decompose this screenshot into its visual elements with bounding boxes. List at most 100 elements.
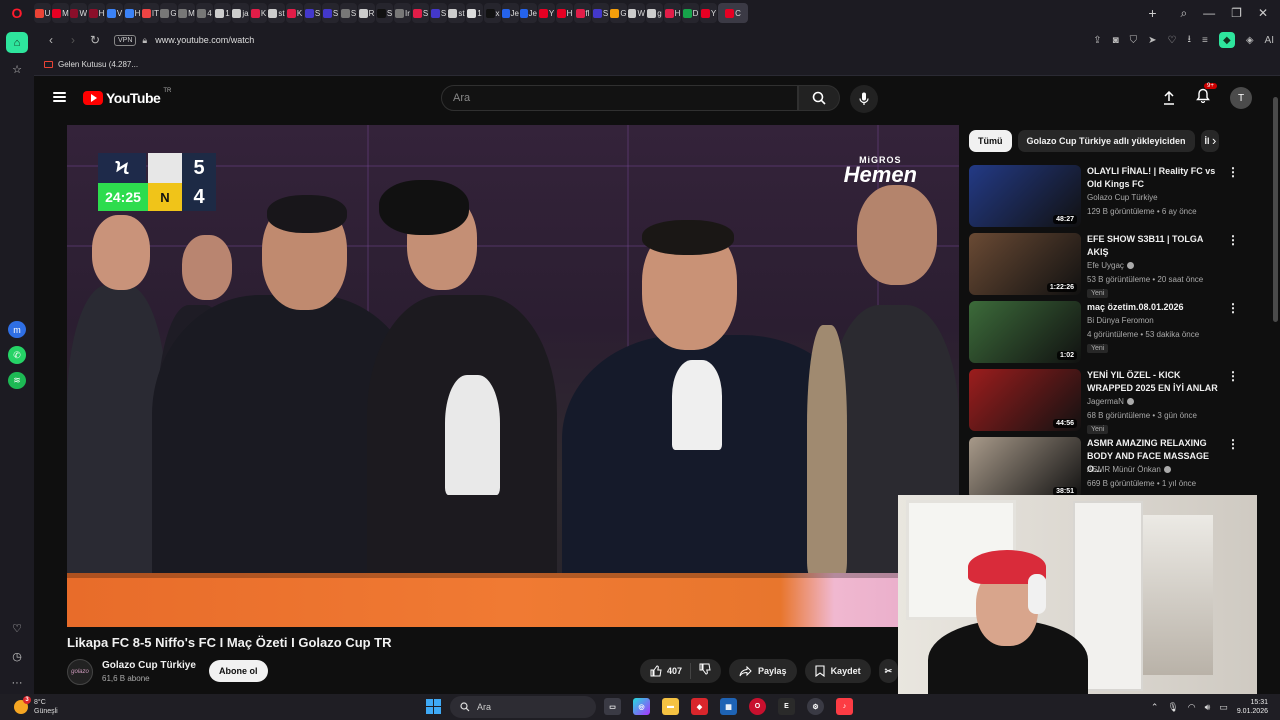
search-input[interactable]: Ara bbox=[441, 85, 798, 111]
back-icon[interactable]: ‹ bbox=[40, 33, 62, 47]
more-options-icon[interactable]: ⋮ bbox=[1227, 301, 1239, 315]
search-button[interactable] bbox=[798, 85, 840, 111]
browser-tab[interactable]: x bbox=[484, 3, 501, 23]
browser-tab[interactable]: H bbox=[556, 3, 573, 23]
weather-widget[interactable]: 3 8°C Güneşli bbox=[14, 694, 58, 720]
video-thumbnail[interactable]: 48:27 bbox=[969, 165, 1081, 227]
recommendation-channel[interactable]: Efe Uygaç bbox=[1087, 261, 1134, 270]
tray-chevron-icon[interactable]: ⌃ bbox=[1151, 702, 1159, 713]
browser-tab[interactable]: K bbox=[250, 3, 267, 23]
browser-tab[interactable]: U bbox=[34, 3, 51, 23]
steam-icon[interactable]: ⚙ bbox=[807, 698, 824, 715]
browser-tab[interactable]: 1 bbox=[466, 3, 483, 23]
reload-icon[interactable]: ↻ bbox=[84, 33, 106, 47]
clock[interactable]: 15:31 9.01.2026 bbox=[1237, 698, 1268, 716]
recommendation-title[interactable]: YENİ YIL ÖZEL - KICK WRAPPED 2025 EN İYİ… bbox=[1087, 369, 1222, 395]
messenger-icon[interactable]: m bbox=[8, 321, 26, 339]
browser-tab[interactable]: M bbox=[52, 3, 69, 23]
browser-tab[interactable]: W bbox=[70, 3, 87, 23]
browser-tab[interactable]: C bbox=[718, 3, 748, 23]
heart-icon[interactable]: ♡ bbox=[6, 618, 28, 639]
recommendation-item[interactable]: 1:02 maç özetim.08.01.2026 Bi Dünya Feromo… bbox=[969, 301, 1249, 369]
windows-start-icon[interactable] bbox=[426, 699, 441, 714]
menu-icon[interactable]: ≡ bbox=[1202, 35, 1208, 46]
microphone-tray-icon[interactable]: 🎙︎ bbox=[1167, 702, 1178, 713]
download-icon[interactable]: ⭳ bbox=[1188, 32, 1192, 49]
browser-tab[interactable]: Ir bbox=[394, 3, 411, 23]
recommendation-item[interactable]: 1:22:26 EFE SHOW S3B11 | TOLGA AKIŞ Efe Uy… bbox=[969, 233, 1249, 301]
dislike-button[interactable] bbox=[691, 662, 721, 680]
video-thumbnail[interactable]: 1:22:26 bbox=[969, 233, 1081, 295]
hamburger-menu-icon[interactable] bbox=[53, 92, 66, 102]
browser-tab[interactable]: st bbox=[268, 3, 285, 23]
browser-tab[interactable]: S bbox=[376, 3, 393, 23]
browser-tab[interactable]: S bbox=[322, 3, 339, 23]
browser-tab[interactable]: S bbox=[412, 3, 429, 23]
spotify-icon[interactable]: ≋ bbox=[8, 371, 26, 390]
browser-tab[interactable]: IT bbox=[142, 3, 159, 23]
task-view-icon[interactable]: ▭ bbox=[604, 698, 621, 715]
epic-games-icon[interactable]: E bbox=[778, 698, 795, 715]
browser-tab[interactable]: H bbox=[88, 3, 105, 23]
red-app-icon[interactable]: ◆ bbox=[691, 698, 708, 715]
browser-tab[interactable]: S bbox=[592, 3, 609, 23]
wallet-icon[interactable]: ◈ bbox=[1246, 35, 1254, 46]
notifications-button[interactable]: 9+ bbox=[1196, 83, 1217, 108]
recommendation-channel[interactable]: Golazo Cup Türkiye bbox=[1087, 193, 1158, 202]
recommendation-item[interactable]: 44:56 YENİ YIL ÖZEL - KICK WRAPPED 2025 E… bbox=[969, 369, 1249, 437]
home-icon[interactable]: ⌂ bbox=[6, 32, 28, 54]
star-icon[interactable]: ☆ bbox=[6, 59, 28, 80]
browser-tab[interactable]: G bbox=[610, 3, 627, 23]
bookmark-gmail[interactable]: Gelen Kutusu (4.287... bbox=[44, 60, 138, 69]
opera-logo-icon[interactable]: O bbox=[0, 0, 34, 26]
browser-tab[interactable]: 4 bbox=[196, 3, 213, 23]
browser-tab[interactable]: S bbox=[430, 3, 447, 23]
music-icon[interactable]: ♪ bbox=[836, 698, 853, 715]
more-options-icon[interactable]: ⋮ bbox=[1227, 165, 1239, 179]
recommendation-title[interactable]: maç özetim.08.01.2026 bbox=[1087, 301, 1222, 314]
browser-tab[interactable]: V bbox=[106, 3, 123, 23]
send-icon[interactable]: ➤ bbox=[1148, 35, 1156, 46]
channel-avatar[interactable]: golazo bbox=[67, 659, 93, 685]
chevron-right-icon[interactable]: › bbox=[1212, 133, 1216, 148]
browser-tab[interactable]: D bbox=[682, 3, 699, 23]
chip-from-uploader[interactable]: Golazo Cup Türkiye adlı yükleyiciden bbox=[1017, 130, 1195, 152]
channel-name[interactable]: Golazo Cup Türkiye bbox=[102, 660, 196, 671]
account-avatar[interactable]: T bbox=[1230, 87, 1252, 109]
subscribe-button[interactable]: Abone ol bbox=[209, 660, 268, 682]
more-options-icon[interactable]: ⋮ bbox=[1227, 233, 1239, 247]
browser-tab[interactable]: M bbox=[178, 3, 195, 23]
close-button[interactable]: ✕ bbox=[1258, 6, 1268, 20]
volume-icon[interactable]: 🔊︎ bbox=[1205, 702, 1211, 713]
browser-tab[interactable]: W bbox=[628, 3, 645, 23]
more-icon[interactable]: ··· bbox=[6, 673, 28, 694]
battery-icon[interactable]: ▭ bbox=[1219, 702, 1228, 713]
recommendation-channel[interactable]: JagermaN bbox=[1087, 397, 1134, 406]
opera-gx-icon[interactable]: O bbox=[749, 698, 766, 715]
store-icon[interactable]: ▦ bbox=[720, 698, 737, 715]
aria-ai-icon[interactable]: AI bbox=[1265, 35, 1274, 46]
recommendation-channel[interactable]: ASMR Münür Önkan bbox=[1087, 465, 1171, 474]
browser-tab[interactable]: S bbox=[304, 3, 321, 23]
chip-all[interactable]: Tümü bbox=[969, 130, 1012, 152]
browser-tab[interactable]: ja bbox=[232, 3, 249, 23]
new-tab-button[interactable]: + bbox=[1142, 3, 1162, 23]
clip-button[interactable]: ✂ bbox=[878, 659, 899, 683]
browser-tab[interactable]: Je bbox=[520, 3, 537, 23]
browser-tab[interactable]: 1 bbox=[214, 3, 231, 23]
video-thumbnail[interactable]: 1:02 bbox=[969, 301, 1081, 363]
browser-tab[interactable]: S bbox=[340, 3, 357, 23]
wifi-icon[interactable]: ◠ bbox=[1188, 702, 1196, 713]
browser-tab[interactable]: G bbox=[160, 3, 177, 23]
like-button[interactable]: 407 bbox=[640, 663, 692, 679]
scrollbar[interactable] bbox=[1273, 97, 1278, 322]
browser-tab[interactable]: K bbox=[286, 3, 303, 23]
recommendation-channel[interactable]: Bi Dünya Feromon bbox=[1087, 316, 1154, 325]
browser-tab[interactable]: fl bbox=[574, 3, 591, 23]
browser-tab[interactable]: g bbox=[646, 3, 663, 23]
forward-icon[interactable]: › bbox=[62, 33, 84, 47]
video-thumbnail[interactable]: 44:56 bbox=[969, 369, 1081, 431]
adblock-icon[interactable]: ⛉ bbox=[1130, 35, 1138, 46]
taskbar-search-input[interactable]: Ara bbox=[450, 696, 596, 718]
voice-search-button[interactable] bbox=[850, 85, 878, 113]
